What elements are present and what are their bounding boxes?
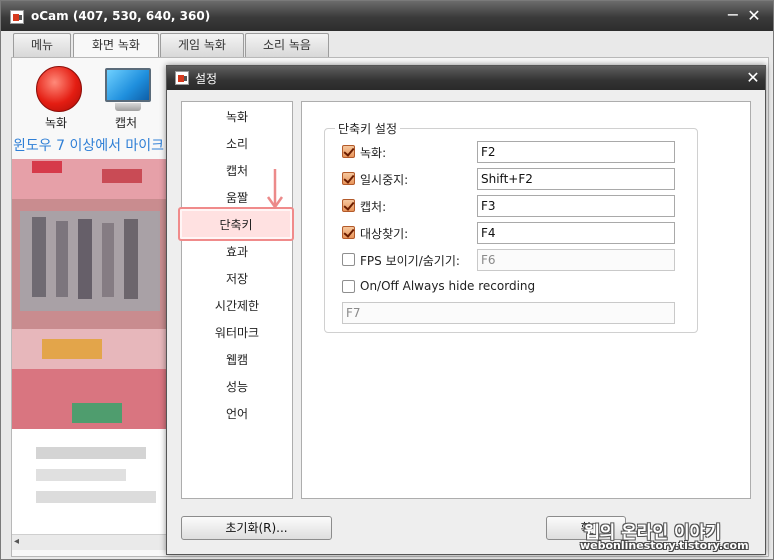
settings-app-icon	[175, 71, 189, 85]
main-window-title: oCam (407, 530, 640, 360)	[31, 9, 211, 23]
find-target-hotkey-label: 대상찾기:	[360, 227, 409, 241]
capture-label: 캡처	[115, 116, 138, 130]
hotkey-settings-panel: 단축키 설정 녹화: F2 일시중지: Shift+F2 캡처: F3 대상찾기…	[301, 101, 751, 499]
record-hotkey-field[interactable]: F2	[477, 141, 675, 163]
minimize-button[interactable]: −	[725, 7, 741, 23]
tab-menu[interactable]: 메뉴	[13, 33, 71, 57]
reset-button[interactable]: 초기화(R)...	[181, 516, 332, 540]
banner-link[interactable]: 윈도우 7 이상에서 마이크	[13, 135, 173, 155]
fps-hotkey-label: FPS 보이기/숨기기:	[360, 254, 460, 268]
always-hide-label: On/Off Always hide recording	[360, 279, 536, 293]
nav-item-webcam[interactable]: 웹캠	[182, 350, 292, 370]
tab-screen-record[interactable]: 화면 녹화	[73, 33, 159, 58]
capture-monitor-icon[interactable]	[105, 68, 151, 102]
pause-hotkey-checkbox[interactable]	[342, 172, 355, 185]
settings-nav-list: 녹화 소리 캡처 움짤 단축키 효과 저장 시간제한 워터마크 웹캠 성능 언어	[178, 101, 294, 499]
tab-sound-record[interactable]: 소리 녹음	[245, 33, 329, 57]
pointer-arrow-icon	[266, 169, 284, 210]
nav-item-record[interactable]: 녹화	[182, 107, 292, 127]
hotkey-group-title: 단축키 설정	[335, 120, 401, 137]
capture-hotkey-field[interactable]: F3	[477, 195, 675, 217]
nav-item-sound[interactable]: 소리	[182, 134, 292, 154]
capture-hotkey-label: 캡처:	[360, 200, 387, 214]
hotkey-groupbox: 단축키 설정 녹화: F2 일시중지: Shift+F2 캡처: F3 대상찾기…	[324, 120, 698, 333]
record-icon[interactable]	[36, 66, 82, 112]
nav-item-performance[interactable]: 성능	[182, 377, 292, 397]
capture-hotkey-checkbox[interactable]	[342, 199, 355, 212]
watermark-url-text: webonlinestory.tistory.com	[580, 539, 749, 552]
main-close-button[interactable]: ✕	[746, 8, 762, 24]
site-watermark: 웹의 온라인 이야기 webonlinestory.tistory.com	[570, 518, 774, 558]
always-hide-checkbox[interactable]	[342, 280, 355, 293]
nav-item-language[interactable]: 언어	[182, 404, 292, 424]
main-title-bar[interactable]: oCam (407, 530, 640, 360) − ✕	[1, 1, 773, 31]
nav-item-effects[interactable]: 효과	[182, 242, 292, 262]
preview-horizontal-scrollbar[interactable]: ◂	[12, 534, 170, 550]
record-hotkey-checkbox[interactable]	[342, 145, 355, 158]
settings-close-button[interactable]: ✕	[745, 70, 761, 86]
settings-dialog: 설정 ✕ 녹화 소리 캡처 움짤 단축키 효과 저장 시간제한 워터마크 웹캠 …	[166, 65, 766, 555]
nav-item-save[interactable]: 저장	[182, 269, 292, 289]
pause-hotkey-label: 일시중지:	[360, 173, 409, 187]
find-target-hotkey-checkbox[interactable]	[342, 226, 355, 239]
tab-game-record[interactable]: 게임 녹화	[160, 33, 244, 57]
find-target-hotkey-field[interactable]: F4	[477, 222, 675, 244]
record-hotkey-label: 녹화:	[360, 146, 387, 160]
always-hide-hotkey-field[interactable]: F7	[342, 302, 675, 324]
ocam-app-icon	[10, 10, 24, 24]
fps-hotkey-checkbox[interactable]	[342, 253, 355, 266]
nav-item-time-limit[interactable]: 시간제한	[182, 296, 292, 316]
nav-item-watermark[interactable]: 워터마크	[182, 323, 292, 343]
monitor-stand	[115, 103, 141, 111]
settings-title-bar[interactable]: 설정 ✕	[167, 66, 765, 90]
scroll-left-icon[interactable]: ◂	[14, 536, 19, 547]
blurred-preview-image	[12, 159, 170, 534]
record-label: 녹화	[45, 116, 68, 130]
settings-title: 설정	[195, 72, 218, 86]
fps-hotkey-field[interactable]: F6	[477, 249, 675, 271]
pause-hotkey-field[interactable]: Shift+F2	[477, 168, 675, 190]
